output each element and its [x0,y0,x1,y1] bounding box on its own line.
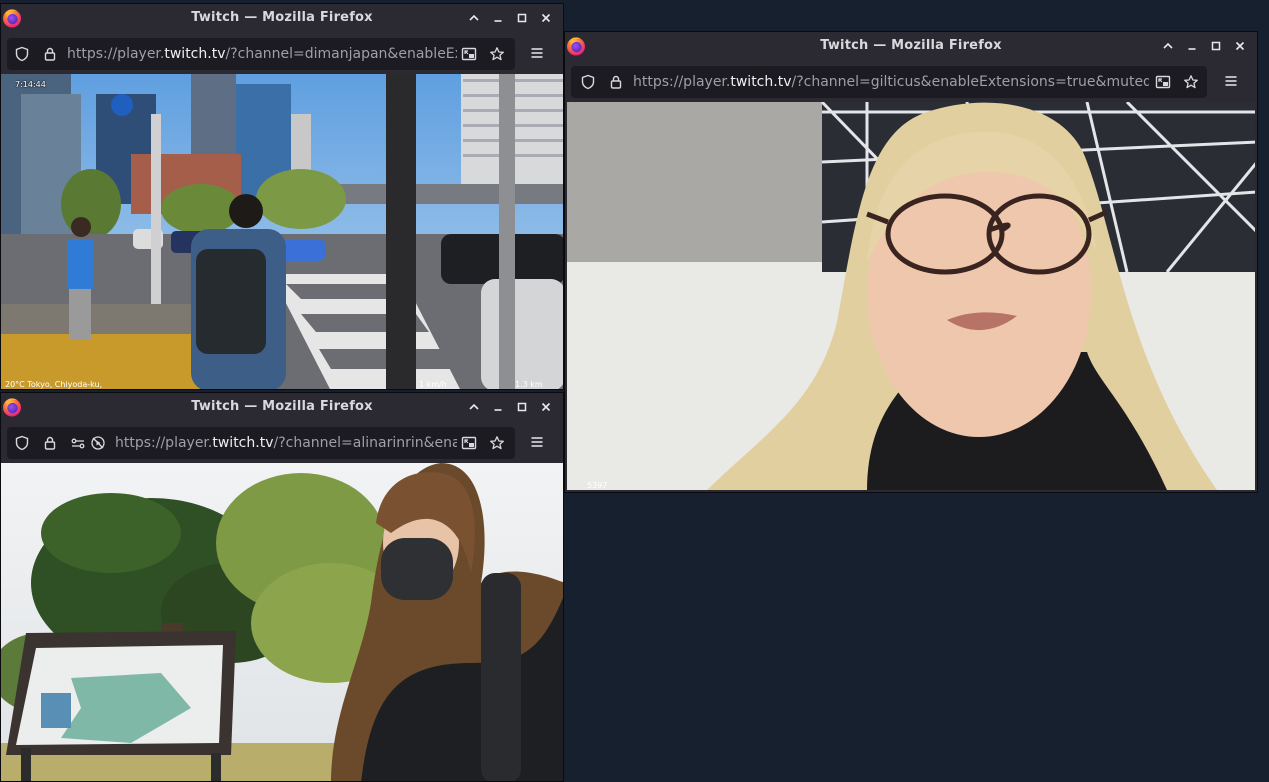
keep-above-button[interactable] [463,396,485,418]
autoplay-blocked-icon [90,435,106,451]
overlay-clock: 7:14:44 [15,80,46,89]
url-text[interactable]: https://player.twitch.tv/?channel=alinar… [115,434,457,452]
lock-icon [608,74,624,90]
url-prefix: https://player. [115,435,213,451]
bookmark-star-icon [1183,74,1199,90]
overlay-speed: 1 km/h [419,380,447,389]
app-menu-button[interactable] [1217,67,1245,95]
autoplay-blocked-button[interactable] [89,434,107,452]
minimize-button[interactable] [1181,35,1203,57]
bookmark-button[interactable] [1182,73,1200,91]
minimize-icon [492,12,504,24]
close-icon [1234,40,1246,52]
url-bar[interactable]: https://player.twitch.tv/?channel=dimanj… [7,38,515,70]
keep-above-button[interactable] [463,7,485,29]
hamburger-menu-icon [1223,73,1239,89]
app-menu-button[interactable] [523,39,551,67]
firefox-window-gilticus[interactable]: Twitch — Mozilla Firefox https://player.… [564,31,1258,493]
url-bar[interactable]: https://player.twitch.tv/?channel=giltic… [571,66,1207,98]
window-titlebar[interactable]: Twitch — Mozilla Firefox [1,4,563,32]
close-button[interactable] [1229,35,1251,57]
nav-toolbar: https://player.twitch.tv/?channel=giltic… [565,60,1257,102]
close-icon [540,12,552,24]
nav-toolbar: https://player.twitch.tv/?channel=dimanj… [1,32,563,74]
url-text[interactable]: https://player.twitch.tv/?channel=giltic… [633,73,1149,91]
maximize-button[interactable] [511,396,533,418]
picture-in-picture-icon [1155,74,1171,90]
maximize-button[interactable] [511,7,533,29]
minimize-button[interactable] [487,396,509,418]
chevron-up-icon [468,401,480,413]
picture-in-picture-button[interactable] [1154,73,1172,91]
shield-icon [580,74,596,90]
close-button[interactable] [535,7,557,29]
url-bar[interactable]: https://player.twitch.tv/?channel=alinar… [7,427,515,459]
firefox-window-alinarinrin[interactable]: Twitch — Mozilla Firefox https://player.… [0,392,564,782]
tracking-protection-button[interactable] [579,73,597,91]
video-frame-selfie: 5397 [567,102,1255,490]
firefox-window-dimanjapan[interactable]: Twitch — Mozilla Firefox https://player.… [0,3,564,390]
bookmark-star-icon [489,435,505,451]
bookmark-star-icon [489,46,505,62]
permissions-icon [70,435,86,451]
url-prefix: https://player. [67,46,165,62]
video-frame-street-scene: 7:14:44 20°C Tokyo, Chiyoda-ku, 1 km/h 1… [1,74,563,389]
overlay-distance: 1.3 km [515,380,543,389]
url-suffix: /?channel=gilticus&enableExtensions=true… [791,74,1149,90]
tracking-protection-button[interactable] [13,434,31,452]
picture-in-picture-icon [461,46,477,62]
permissions-button[interactable] [69,434,87,452]
minimize-icon [1186,40,1198,52]
overlay-counter: 5397 [587,481,607,490]
tracking-protection-button[interactable] [13,45,31,63]
window-titlebar[interactable]: Twitch — Mozilla Firefox [1,393,563,421]
picture-in-picture-button[interactable] [460,434,478,452]
app-menu-button[interactable] [523,428,551,456]
hamburger-menu-icon [529,45,545,61]
close-icon [540,401,552,413]
url-suffix: /?channel=alinarinrin&enable [273,435,457,451]
minimize-button[interactable] [487,7,509,29]
url-suffix: /?channel=dimanjapan&enableExten [225,46,457,62]
url-domain: twitch.tv [730,74,792,90]
overlay-location: 20°C Tokyo, Chiyoda-ku, [5,380,102,389]
url-prefix: https://player. [633,74,731,90]
video-player[interactable] [1,463,563,781]
nav-toolbar: https://player.twitch.tv/?channel=alinar… [1,421,563,463]
site-info-button[interactable] [41,45,59,63]
minimize-icon [492,401,504,413]
picture-in-picture-icon [461,435,477,451]
video-player[interactable]: 5397 [567,102,1255,490]
site-info-button[interactable] [41,434,59,452]
lock-icon [42,435,58,451]
maximize-icon [516,12,528,24]
maximize-icon [1210,40,1222,52]
maximize-icon [516,401,528,413]
hamburger-menu-icon [529,434,545,450]
bookmark-button[interactable] [488,45,506,63]
shield-icon [14,46,30,62]
bookmark-button[interactable] [488,434,506,452]
site-info-button[interactable] [607,73,625,91]
video-frame-park-scene [1,463,563,781]
close-button[interactable] [535,396,557,418]
maximize-button[interactable] [1205,35,1227,57]
url-text[interactable]: https://player.twitch.tv/?channel=dimanj… [67,45,457,63]
url-domain: twitch.tv [164,46,226,62]
shield-icon [14,435,30,451]
window-titlebar[interactable]: Twitch — Mozilla Firefox [565,32,1257,60]
picture-in-picture-button[interactable] [460,45,478,63]
video-player[interactable]: 7:14:44 20°C Tokyo, Chiyoda-ku, 1 km/h 1… [1,74,563,389]
chevron-up-icon [1162,40,1174,52]
chevron-up-icon [468,12,480,24]
lock-icon [42,46,58,62]
keep-above-button[interactable] [1157,35,1179,57]
window-title: Twitch — Mozilla Firefox [820,38,1002,53]
url-domain: twitch.tv [212,435,274,451]
